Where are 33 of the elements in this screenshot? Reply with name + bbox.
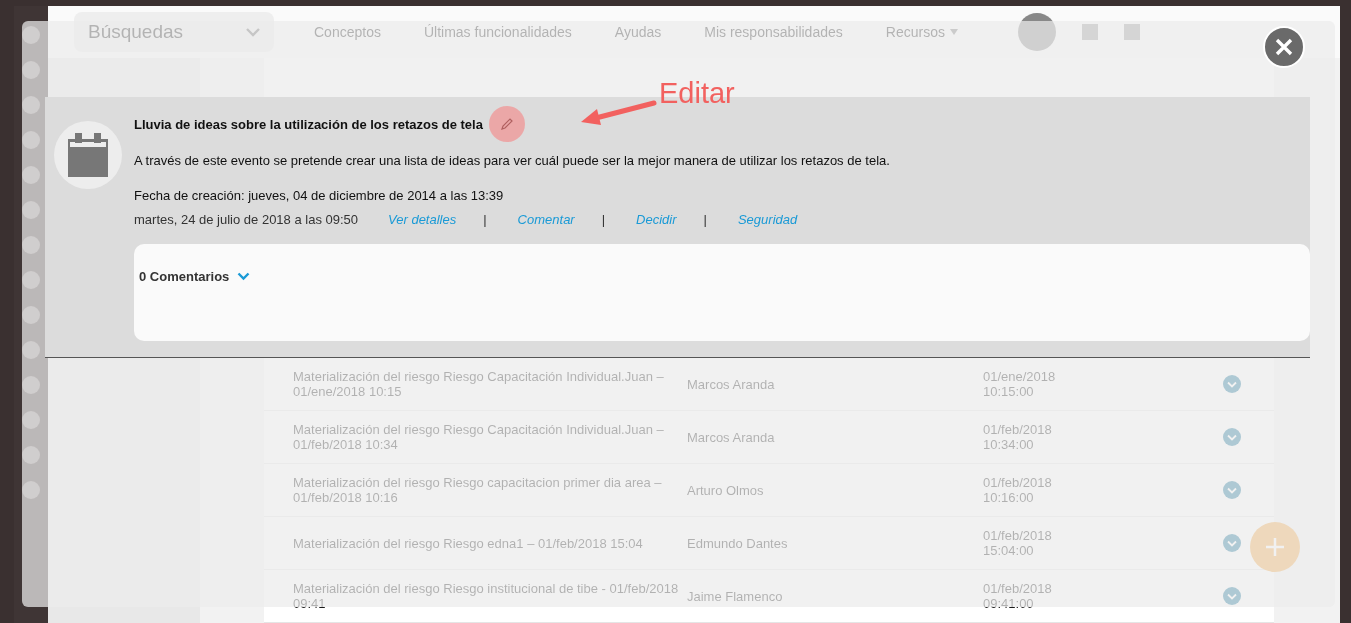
- table-cell-text: Materialización del riesgo Riesgo capacitacion primer dia area – 01/feb/2018 10:16: [293, 475, 663, 505]
- table-cell-text: Materialización del riesgo Riesgo institucional de tibe - 01/feb/2018 09:41: [293, 581, 680, 611]
- table-cell-text: 01/feb/2018 10:16:00: [983, 475, 1053, 505]
- table-cell-text: 01/feb/2018 09:41:00: [983, 581, 1053, 611]
- table-cell-text: Materialización del riesgo Riesgo Capacitación Individual.Juan – 01/feb/2018 10:34: [293, 422, 665, 452]
- table-cell-text: Jaime Flamenco: [687, 588, 784, 604]
- separator: |: [483, 212, 487, 227]
- annotation-label: Editar: [659, 77, 735, 110]
- action-link[interactable]: Ver detalles: [388, 212, 457, 227]
- event-title: Lluvia de ideas sobre la utilización de los retazos de tela: [134, 116, 483, 132]
- close-icon: [1275, 38, 1293, 56]
- table-cell-text: Arturo Olmos: [687, 482, 765, 498]
- edit-button[interactable]: [488, 106, 525, 142]
- table-cell-text: Materialización del riesgo Riesgo Capacitación Individual.Juan – 01/ene/2018 10:15: [293, 369, 665, 399]
- event-description: A través de este evento se pretende crear una lista de ideas para ver cuál puede ser la mejor manera de utilizar los retazos de tela.: [134, 153, 891, 168]
- comments-toggle[interactable]: 0 Comentarios: [139, 269, 251, 284]
- separator: |: [601, 212, 606, 227]
- table-cell-text: 01/feb/2018 15:04:00: [983, 528, 1053, 558]
- table-cell-text: 01/ene/2018 10:15:00: [983, 369, 1057, 399]
- chevron-icon: [237, 272, 251, 281]
- event-date: martes, 24 de julio de 2018 a las 09:50: [134, 212, 359, 227]
- creation-date: Fecha de creación: jueves, 04 de diciembre de 2014 a las 13:39: [134, 188, 505, 203]
- action-link[interactable]: Decidir: [636, 212, 677, 227]
- pencil-icon: [499, 117, 514, 131]
- table-cell-text: 01/feb/2018 10:34:00: [983, 422, 1053, 452]
- action-link[interactable]: Comentar: [517, 212, 575, 227]
- table-cell-text: Edmundo Dantes: [687, 535, 789, 551]
- table-cell-text: Marcos Aranda: [687, 429, 776, 445]
- table-cell-text: Materialización del riesgo Riesgo edna1 – 01/feb/2018 15:04: [293, 535, 644, 551]
- table-cell-text: Marcos Aranda: [687, 376, 776, 392]
- action-link[interactable]: Seguridad: [737, 212, 798, 227]
- calendar-icon: [68, 133, 108, 177]
- separator: |: [703, 212, 707, 227]
